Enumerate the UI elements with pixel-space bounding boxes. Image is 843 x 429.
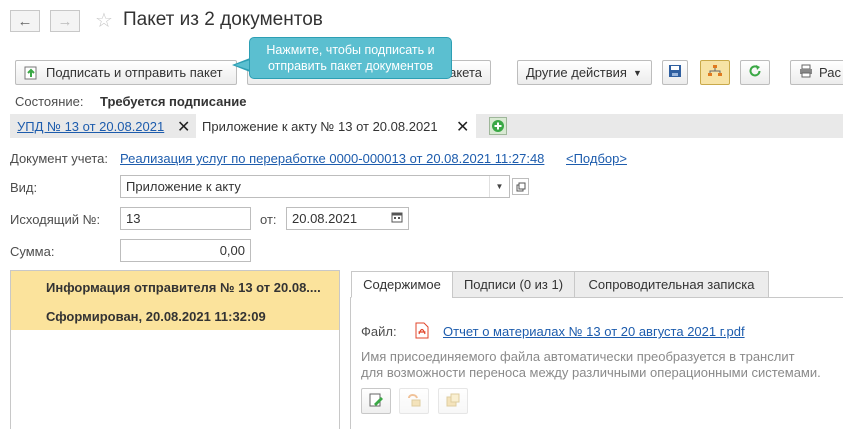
list-item-sender-info[interactable]: Информация отправителя № 13 от 20.08.... (46, 280, 321, 295)
sign-and-send-button[interactable]: Подписать и отправить пакет (15, 60, 237, 85)
save-button[interactable] (662, 60, 688, 85)
sum-label: Сумма: (10, 244, 55, 259)
state-value: Требуется подписание (100, 94, 247, 109)
sign-and-send-label: Подписать и отправить пакет (46, 65, 223, 80)
close-tab-appendix-icon[interactable]: ✕ (456, 117, 469, 137)
doc-tab-upd-label[interactable]: УПД № 13 от 20.08.2021 (17, 119, 164, 134)
favorite-star-icon[interactable]: ☆ (95, 8, 113, 33)
edit-pencil-icon (368, 392, 384, 411)
account-doc-label: Документ учета: (10, 151, 109, 166)
tab-signatures-label: Подписи (0 из 1) (463, 277, 564, 292)
open-kind-icon[interactable] (512, 178, 529, 195)
replace-file-button[interactable] (399, 388, 429, 414)
close-tab-upd-icon[interactable]: ✕ (177, 117, 190, 137)
from-label: от: (260, 212, 277, 227)
page-title: Пакет из 2 документов (123, 9, 323, 30)
back-button[interactable]: ← (10, 10, 40, 32)
outgoing-label: Исходящий №: (10, 212, 101, 227)
sum-field[interactable]: 0,00 (120, 239, 251, 262)
hint-line-1: Имя присоединяемого файла автоматически … (361, 349, 795, 364)
tab-content[interactable]: Содержимое (351, 271, 453, 298)
arrow-left-icon: ← (17, 12, 33, 30)
sum-value: 0,00 (219, 243, 245, 258)
pdf-file-icon (415, 322, 429, 342)
tooltip-line-2: отправить пакет документов (267, 59, 434, 73)
other-actions-label: Другие действия (526, 65, 627, 80)
sign-send-icon (24, 66, 38, 80)
hint-line-2: для возможности переноса между различным… (361, 365, 821, 380)
doc-tab-appendix[interactable]: Приложение к акту № 13 от 20.08.2021 (196, 114, 476, 138)
other-actions-button[interactable]: Другие действия ▼ (517, 60, 652, 85)
doc-tab-upd[interactable]: УПД № 13 от 20.08.2021 (17, 114, 164, 138)
file-label: Файл: (361, 324, 397, 339)
kind-field[interactable]: Приложение к акту (120, 175, 510, 198)
arrow-right-icon: → (57, 12, 73, 30)
tooltip-tail-inner (235, 60, 250, 70)
forward-button[interactable]: → (50, 10, 80, 32)
doc-tab-appendix-label: Приложение к акту № 13 от 20.08.2021 (202, 118, 438, 134)
tab-signatures[interactable]: Подписи (0 из 1) (452, 271, 575, 298)
printer-icon (799, 64, 813, 81)
kind-value: Приложение к акту (126, 179, 241, 194)
calendar-icon[interactable] (391, 211, 403, 226)
edit-file-button[interactable] (361, 388, 391, 414)
tab-cover-note-label: Сопроводительная записка (588, 277, 755, 292)
tab-cover-note[interactable]: Сопроводительная записка (574, 271, 769, 298)
copy-icon (445, 392, 461, 411)
load-file-icon (406, 392, 422, 411)
hint-tooltip: Нажмите, чтобы подписать и отправить пак… (249, 37, 452, 79)
tooltip-line-1: Нажмите, чтобы подписать и (266, 43, 435, 57)
add-document-icon[interactable] (489, 117, 507, 138)
structure-button[interactable] (700, 60, 730, 85)
pick-link[interactable]: <Подбор> (566, 151, 627, 166)
account-doc-link[interactable]: Реализация услуг по переработке 0000-000… (120, 151, 544, 166)
list-item-formed[interactable]: Сформирован, 20.08.2021 11:32:09 (46, 309, 266, 324)
attached-file-link[interactable]: Отчет о материалах № 13 от 20 августа 20… (443, 324, 745, 339)
copy-file-button[interactable] (438, 388, 468, 414)
dropdown-arrow-icon: ▼ (632, 67, 642, 78)
date-value: 20.08.2021 (292, 211, 358, 226)
outgoing-number-value: 13 (126, 211, 141, 226)
hierarchy-icon (707, 64, 723, 81)
floppy-disk-icon (668, 64, 682, 81)
outgoing-number-field[interactable]: 13 (120, 207, 251, 230)
print-button[interactable]: Рас (790, 60, 843, 85)
state-label: Состояние: (15, 94, 84, 109)
tab-content-label: Содержимое (363, 277, 441, 292)
refresh-icon (748, 64, 762, 81)
send-package-label: акета (449, 65, 482, 80)
refresh-button[interactable] (740, 60, 770, 85)
kind-label: Вид: (10, 180, 38, 195)
kind-dropdown-icon[interactable]: ▼ (489, 176, 509, 197)
tab-panel-left-border (350, 297, 351, 429)
print-label: Рас (819, 65, 841, 80)
